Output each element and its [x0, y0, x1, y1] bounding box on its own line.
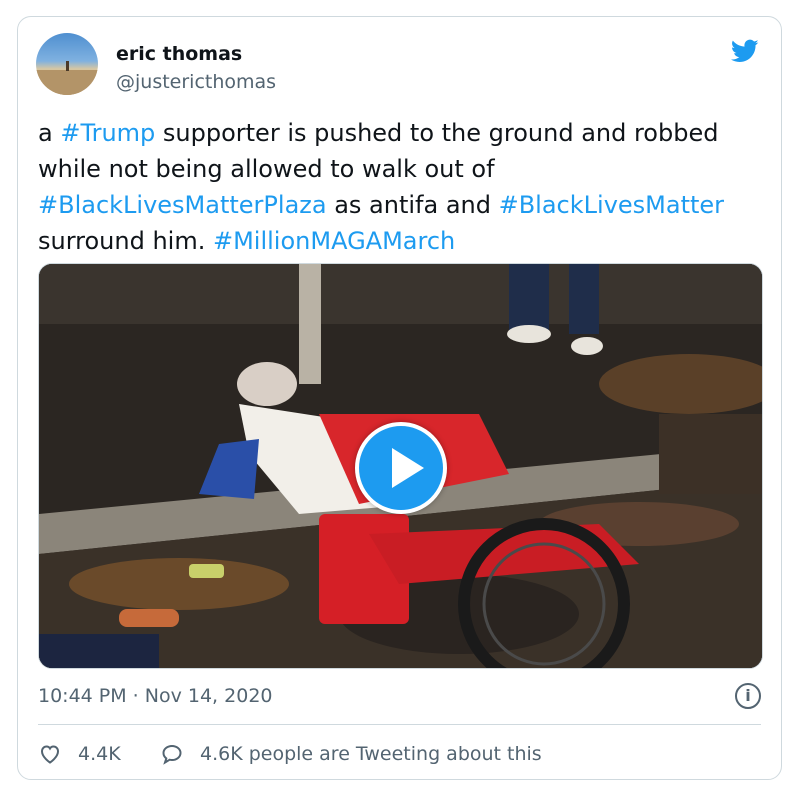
- hashtag-link[interactable]: #BlackLivesMatterPlaza: [38, 191, 327, 219]
- tweet-text-segment: as antifa and: [326, 191, 499, 219]
- hashtag-link[interactable]: #BlackLivesMatter: [499, 191, 724, 219]
- heart-icon: [40, 745, 60, 764]
- like-button[interactable]: 4.4K: [38, 739, 121, 769]
- info-icon[interactable]: i: [735, 683, 761, 709]
- avatar-figure: [66, 61, 69, 71]
- divider: [38, 724, 761, 725]
- tweet-timestamp[interactable]: 10:44 PM · Nov 14, 2020: [38, 685, 273, 707]
- tweet-card: eric thomas @justericthomas a #Trump sup…: [17, 16, 782, 780]
- tweet-text-segment: a: [38, 119, 61, 147]
- twitter-bird-icon[interactable]: [729, 37, 761, 65]
- avatar-ground: [36, 70, 98, 95]
- tweeting-about-text: 4.6K people are Tweeting about this: [200, 743, 542, 765]
- like-count: 4.4K: [78, 743, 121, 765]
- speech-bubble-icon: [162, 744, 182, 765]
- tweet-text: a #Trump supporter is pushed to the grou…: [38, 115, 768, 259]
- play-icon: [392, 448, 424, 488]
- avatar[interactable]: [36, 33, 98, 95]
- author-name[interactable]: eric thomas: [116, 43, 242, 65]
- play-button[interactable]: [355, 422, 447, 514]
- tweet-text-segment: surround him.: [38, 227, 213, 255]
- author-handle[interactable]: @justericthomas: [116, 71, 276, 93]
- hashtag-link[interactable]: #Trump: [60, 119, 155, 147]
- tweeting-about-button[interactable]: 4.6K people are Tweeting about this: [160, 739, 542, 769]
- hashtag-link[interactable]: #MillionMAGAMarch: [213, 227, 455, 255]
- video-player[interactable]: [38, 263, 763, 669]
- tweet-actions: 4.4K 4.6K people are Tweeting about this: [38, 739, 758, 769]
